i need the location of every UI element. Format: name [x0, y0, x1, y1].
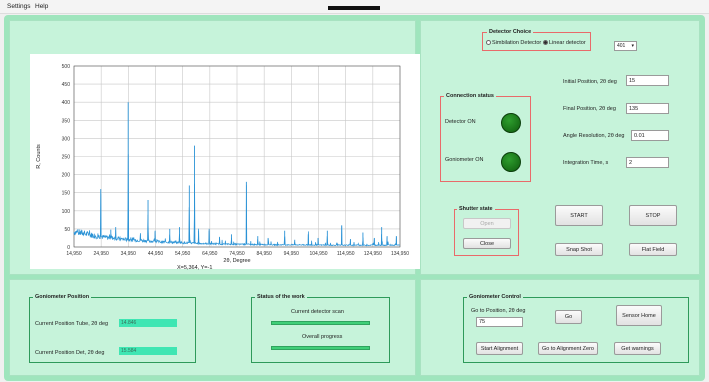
cursor-readout: X=5,364, Y=-1 [177, 265, 213, 271]
detector-choice-title: Detector Choice [487, 29, 534, 35]
spectrum-chart[interactable]: 05010015020025030035040045050014,950 24,9… [30, 54, 421, 269]
x-tick-label: 84,950 [257, 251, 273, 257]
menu-bar: Settings Help [0, 0, 709, 14]
snapshot-button[interactable]: Snap Shot [555, 243, 603, 256]
chevron-down-icon: ▾ [631, 43, 634, 49]
integration-time-input[interactable]: 2 [626, 157, 669, 168]
get-warnings-button[interactable]: Get warnings [614, 342, 661, 355]
spectrum-chart-area: 0 50 100 150 200 250 300 350 400 450 500 14,950 24,9… [30, 54, 421, 269]
status-panel: Goniometer Position Current Position Tub… [9, 279, 416, 376]
y-tick-label: 50 [64, 227, 70, 233]
channel-select[interactable]: 401 ▾ [614, 41, 637, 51]
det-position-label: Current Position Det, 2θ deg [35, 350, 105, 356]
integration-time-label: Integration Time, s [563, 160, 609, 166]
x-tick-label: 44,950 [148, 251, 164, 257]
tube-position-value: 14.846 [119, 319, 177, 327]
goniometer-control-group: Goniometer Control Go to Position, 2θ de… [463, 294, 689, 363]
y-axis-label: R, Counts [36, 144, 42, 169]
x-tick-label: 34,950 [121, 251, 137, 257]
goniometer-position-group: Goniometer Position Current Position Tub… [29, 294, 196, 363]
goniometer-control-panel: Goniometer Control Go to Position, 2θ de… [420, 279, 700, 376]
final-position-input[interactable]: 135 [626, 103, 669, 114]
goniometer-position-title: Goniometer Position [33, 294, 92, 300]
detector-scan-progress [271, 321, 370, 325]
y-tick-label: 500 [62, 64, 71, 70]
detector-status-led [501, 113, 521, 133]
y-tick-label: 300 [62, 136, 71, 142]
chart-panel: 0 50 100 150 200 250 300 350 400 450 500 14,950 24,9… [9, 20, 421, 275]
x-tick-label: 54,950 [175, 251, 191, 257]
go-button[interactable]: Go [555, 310, 582, 324]
x-tick-label: 134,950 [391, 251, 409, 257]
y-tick-label: 450 [62, 82, 71, 88]
shutter-close-button[interactable]: Close [463, 238, 511, 249]
detector-scan-label: Current detector scan [291, 309, 344, 315]
goniometer-control-title: Goniometer Control [467, 294, 523, 300]
angle-resolution-input[interactable]: 0.01 [631, 130, 669, 141]
title-bar-handle [328, 6, 380, 10]
initial-position-input[interactable]: 15 [626, 75, 669, 86]
initial-position-label: Initial Position, 2θ deg [563, 79, 617, 85]
overall-progress-bar [271, 346, 370, 350]
x-tick-label: 24,950 [94, 251, 110, 257]
radio-linear[interactable]: Linear detector [543, 40, 586, 46]
stop-button[interactable]: STOP [629, 205, 677, 226]
radio-linear-label: Linear detector [549, 40, 586, 46]
overall-progress-label: Overall progress [302, 334, 343, 340]
y-tick-label: 100 [62, 209, 71, 215]
x-tick-label: 104,950 [309, 251, 327, 257]
radio-linear-icon[interactable] [543, 40, 548, 46]
goniometer-on-label: Goniometer ON [445, 157, 484, 163]
shutter-state-group: Shutter state Open Close [454, 206, 519, 256]
menu-help[interactable]: Help [35, 3, 48, 10]
connection-status-title: Connection status [444, 93, 496, 99]
goto-position-label: Go to Position, 2θ deg [471, 308, 526, 314]
y-tick-label: 200 [62, 173, 71, 179]
tube-position-label: Current Position Tube, 2θ deg [35, 321, 109, 327]
radio-simulation[interactable]: Simbilation Detector [486, 40, 541, 46]
status-of-work-title: Status of the work [255, 294, 307, 300]
final-position-label: Final Position, 2θ deg [563, 106, 616, 112]
shutter-open-button[interactable]: Open [463, 218, 511, 229]
goniometer-status-led [501, 152, 521, 172]
angle-resolution-label: Angle Resolution, 2θ deg [563, 133, 625, 139]
y-tick-label: 150 [62, 191, 71, 197]
radio-simulation-label: Simbilation Detector [492, 40, 542, 46]
goto-alignment-zero-button[interactable]: Go to Alignment Zero [538, 342, 598, 355]
channel-select-value: 401 [617, 43, 626, 49]
start-button[interactable]: START [555, 205, 603, 226]
x-tick-label: 64,950 [202, 251, 218, 257]
x-tick-label: 14,950 [66, 251, 82, 257]
sensor-home-button[interactable]: Sensor Home [616, 305, 662, 326]
shutter-state-title: Shutter state [457, 206, 495, 212]
y-tick-label: 250 [62, 155, 71, 161]
x-tick-label: 124,950 [364, 251, 382, 257]
status-of-work-group: Status of the work Current detector scan… [251, 294, 390, 363]
start-alignment-button[interactable]: Start Alignment [476, 342, 523, 355]
radio-simulation-icon[interactable] [486, 40, 491, 46]
x-axis-label: 2θ, Degree [223, 258, 250, 264]
x-tick-label: 74,950 [229, 251, 245, 257]
menu-settings[interactable]: Settings [7, 3, 31, 10]
connection-status-group: Connection status Detector ON Goniometer… [440, 93, 531, 182]
det-position-value: 15.584 [119, 347, 177, 355]
settings-panel: Detector Choice Simbilation Detector Lin… [420, 20, 700, 275]
detector-choice-group: Detector Choice Simbilation Detector Lin… [482, 29, 591, 51]
x-tick-label: 114,950 [337, 251, 355, 257]
x-tick-label: 94,950 [284, 251, 300, 257]
y-tick-label: 350 [62, 118, 71, 124]
flat-field-button[interactable]: Flat Field [629, 243, 677, 256]
y-tick-label: 400 [62, 100, 71, 106]
goto-position-input[interactable]: 75 [476, 317, 523, 327]
app-window: 0 50 100 150 200 250 300 350 400 450 500 14,950 24,9… [4, 15, 705, 381]
detector-on-label: Detector ON [445, 119, 476, 125]
